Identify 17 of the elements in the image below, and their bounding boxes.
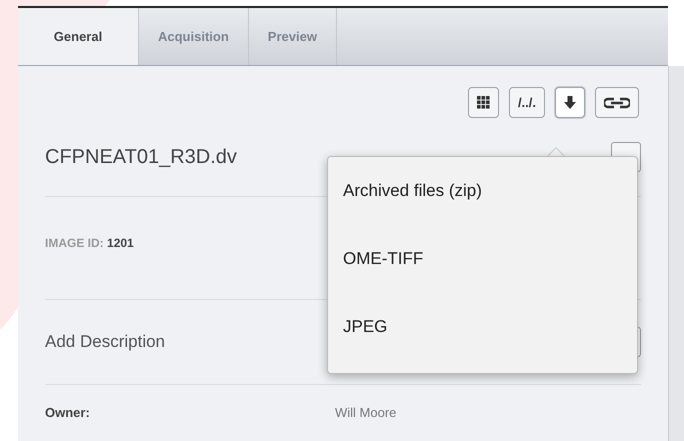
link-button[interactable] — [595, 87, 639, 118]
owner-name: Will Moore — [335, 404, 396, 422]
description-placeholder[interactable]: Add Description — [45, 329, 166, 355]
tab[interactable]: General — [18, 8, 139, 65]
image-name: CFPNEAT01_R3D.dv — [45, 145, 237, 170]
grid-icon — [476, 96, 490, 109]
path-button[interactable]: /../. — [508, 87, 545, 118]
download-button[interactable] — [555, 87, 585, 118]
image-id: IMAGE ID: 1201 — [45, 236, 134, 250]
link-icon — [604, 96, 630, 108]
menu-item[interactable]: JPEG — [328, 293, 637, 361]
menu-item[interactable]: Archived files (zip) — [328, 157, 637, 225]
owner-label: Owner: — [45, 404, 91, 422]
menu-item[interactable]: OME-TIFF — [328, 225, 637, 293]
scrollbar[interactable] — [668, 66, 684, 441]
grid-button[interactable] — [468, 87, 499, 118]
down-arrow-icon — [564, 96, 576, 109]
